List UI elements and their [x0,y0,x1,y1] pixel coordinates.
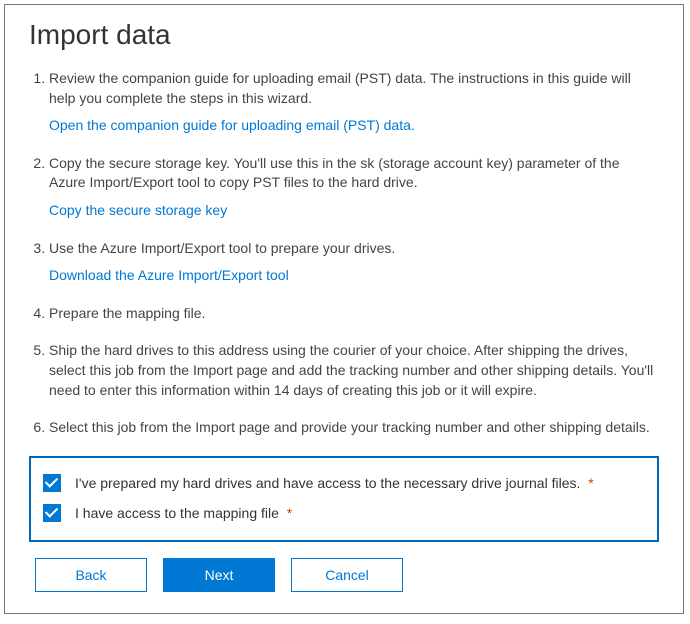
step-text: Select this job from the Import page and… [49,419,650,435]
required-marker: * [588,475,593,491]
confirmation-label-text: I have access to the mapping file [75,505,279,521]
step-text: Prepare the mapping file. [49,305,205,321]
wizard-button-row: Back Next Cancel [29,558,659,592]
next-button[interactable]: Next [163,558,275,592]
mapping-file-checkbox[interactable] [43,504,61,522]
required-marker: * [287,505,292,521]
step-text: Copy the secure storage key. You'll use … [49,155,620,191]
step-text: Ship the hard drives to this address usi… [49,342,653,397]
copy-storage-key-link[interactable]: Copy the secure storage key [49,201,227,221]
cancel-button[interactable]: Cancel [291,558,403,592]
wizard-steps-list: Review the companion guide for uploading… [29,69,659,438]
drives-prepared-checkbox[interactable] [43,474,61,492]
confirmation-row: I have access to the mapping file * [43,498,645,528]
back-button[interactable]: Back [35,558,147,592]
step-text: Use the Azure Import/Export tool to prep… [49,240,395,256]
download-import-export-tool-link[interactable]: Download the Azure Import/Export tool [49,266,289,286]
confirmation-row: I've prepared my hard drives and have ac… [43,468,645,498]
page-title: Import data [29,19,659,51]
step-item: Use the Azure Import/Export tool to prep… [49,239,659,286]
confirmation-box: I've prepared my hard drives and have ac… [29,456,659,542]
companion-guide-link[interactable]: Open the companion guide for uploading e… [49,116,415,136]
import-data-panel: Import data Review the companion guide f… [4,4,684,614]
step-text: Review the companion guide for uploading… [49,70,631,106]
confirmation-label-text: I've prepared my hard drives and have ac… [75,475,580,491]
step-item: Copy the secure storage key. You'll use … [49,154,659,221]
step-item: Ship the hard drives to this address usi… [49,341,659,400]
step-item: Prepare the mapping file. [49,304,659,324]
confirmation-label: I've prepared my hard drives and have ac… [75,475,594,491]
step-item: Select this job from the Import page and… [49,418,659,438]
confirmation-label: I have access to the mapping file * [75,505,292,521]
step-item: Review the companion guide for uploading… [49,69,659,136]
